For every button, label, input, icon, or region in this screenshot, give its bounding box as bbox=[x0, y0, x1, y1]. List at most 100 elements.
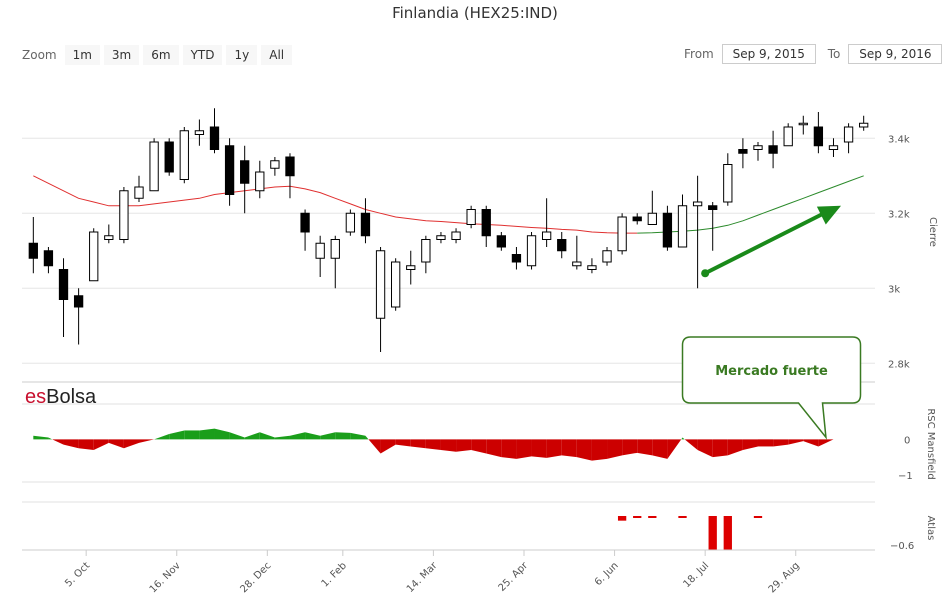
rsc-area-segment bbox=[681, 437, 683, 440]
candle-body bbox=[843, 126, 854, 143]
rsc-area-segment bbox=[335, 432, 351, 440]
candle-body bbox=[647, 212, 657, 225]
candle-body bbox=[360, 212, 371, 237]
rsc-area-segment bbox=[244, 432, 260, 440]
candle-body bbox=[692, 201, 703, 207]
rsc-area-segment bbox=[78, 439, 94, 450]
rsc-area-segment bbox=[471, 439, 487, 454]
rsc-area-segment bbox=[380, 439, 396, 454]
atlas-bar bbox=[648, 516, 657, 518]
rsc-area-segment bbox=[576, 439, 592, 461]
trend-arrow-tail bbox=[701, 269, 710, 278]
rsc-area-segment bbox=[788, 439, 804, 445]
candle-body bbox=[557, 239, 567, 252]
candle-body bbox=[391, 261, 401, 308]
candle-body bbox=[209, 126, 220, 150]
rsc-area-segment bbox=[486, 439, 502, 458]
rsc-area-segment bbox=[456, 439, 472, 452]
candle-body bbox=[73, 295, 84, 308]
candle-body bbox=[330, 239, 340, 259]
x-axis-tick-label: 25. Apr bbox=[497, 560, 531, 594]
rsc-area-segment bbox=[637, 439, 653, 456]
rsc-axis-title: RSC Mansfield bbox=[925, 408, 936, 479]
rsc-area-segment bbox=[33, 435, 49, 440]
rsc-area-segment bbox=[712, 439, 728, 458]
candle-body bbox=[285, 156, 295, 177]
rsc-area-segment bbox=[52, 439, 64, 445]
rsc-area-segment bbox=[154, 434, 170, 440]
candle-body bbox=[255, 171, 265, 192]
candle-body bbox=[481, 209, 491, 237]
rsc-area-segment bbox=[803, 439, 819, 447]
stock-chart: 2.8k 3k 3.2k 3.4k Cierre 0 −1 RSC Mansfield −0.6… bbox=[22, 108, 938, 595]
candle-body bbox=[526, 235, 537, 267]
rsc-area-segment bbox=[501, 439, 517, 459]
candle-body bbox=[421, 239, 431, 263]
rsc-area-segment bbox=[214, 428, 230, 440]
atlas-y-tick-label: −0.6 bbox=[890, 541, 914, 552]
rsc-area-segment bbox=[395, 439, 411, 447]
rsc-area-segment bbox=[274, 435, 290, 440]
rsc-area-segment bbox=[229, 432, 245, 440]
x-axis-tick-label: 16. Nov bbox=[148, 560, 183, 595]
candle-body bbox=[572, 261, 582, 267]
rsc-area-segment bbox=[818, 439, 834, 447]
candle-body bbox=[300, 212, 310, 233]
rsc-area-segment bbox=[607, 439, 623, 459]
candle-body bbox=[149, 141, 159, 192]
candle-body bbox=[134, 186, 144, 199]
candle-body bbox=[632, 216, 642, 222]
rsc-area-segment bbox=[123, 439, 140, 449]
candle-body bbox=[708, 205, 718, 210]
candle-body bbox=[406, 265, 416, 270]
x-axis-tick-label: 6. Jun bbox=[593, 560, 621, 588]
candle-body bbox=[451, 231, 461, 240]
rsc-area-segment bbox=[742, 439, 758, 450]
rsc-area-segment bbox=[365, 435, 369, 440]
candle-body bbox=[89, 231, 99, 282]
candle-body bbox=[662, 212, 673, 248]
rsc-area-segment bbox=[305, 432, 321, 440]
x-axis-tick-label: 18. Jul bbox=[681, 560, 711, 590]
candle-body bbox=[179, 130, 189, 180]
candle-body bbox=[345, 212, 356, 233]
rsc-area-segment bbox=[48, 437, 53, 440]
price-y-tick-label: 3.4k bbox=[888, 134, 910, 145]
candle-body bbox=[677, 205, 688, 248]
price-y-tick-label: 3k bbox=[888, 284, 900, 295]
candle-body bbox=[859, 122, 869, 128]
atlas-bar bbox=[633, 516, 642, 518]
candle-body bbox=[164, 141, 174, 173]
x-axis-tick-label: 28. Dec bbox=[238, 560, 273, 595]
rsc-area-segment bbox=[169, 430, 185, 440]
candle-body bbox=[104, 235, 114, 240]
x-axis-tick-label: 29. Aug bbox=[767, 560, 802, 595]
candle-body bbox=[375, 250, 386, 319]
candle-body bbox=[270, 160, 280, 169]
candle-body bbox=[436, 235, 446, 240]
trend-arrow-shaft bbox=[704, 209, 828, 276]
candle-body bbox=[723, 164, 733, 203]
rsc-y-tick-label: −1 bbox=[898, 471, 913, 482]
candle-body bbox=[58, 269, 69, 300]
rsc-area-segment bbox=[440, 439, 457, 452]
rsc-area-segment bbox=[425, 439, 441, 450]
annotation-callout-text: Mercado fuerte bbox=[715, 364, 828, 379]
candle-body bbox=[753, 145, 763, 150]
rsc-area-segment bbox=[289, 432, 306, 440]
candle-body bbox=[224, 145, 235, 195]
annotation-callout-bubble bbox=[681, 336, 862, 440]
rsc-area-segment bbox=[622, 439, 638, 456]
esbolsa-logo: esBolsa bbox=[25, 386, 97, 408]
rsc-area-segment bbox=[368, 439, 381, 454]
candle-body bbox=[617, 216, 627, 252]
candle-body bbox=[119, 190, 129, 240]
candle-body bbox=[28, 242, 38, 259]
x-axis-tick-label: 1. Feb bbox=[320, 560, 349, 589]
candle-body bbox=[194, 130, 205, 135]
rsc-area-segment bbox=[684, 439, 698, 450]
rsc-area-segment bbox=[531, 439, 547, 458]
rsc-area-segment bbox=[320, 432, 336, 440]
candle-body bbox=[511, 254, 522, 263]
candle-body bbox=[768, 145, 778, 154]
